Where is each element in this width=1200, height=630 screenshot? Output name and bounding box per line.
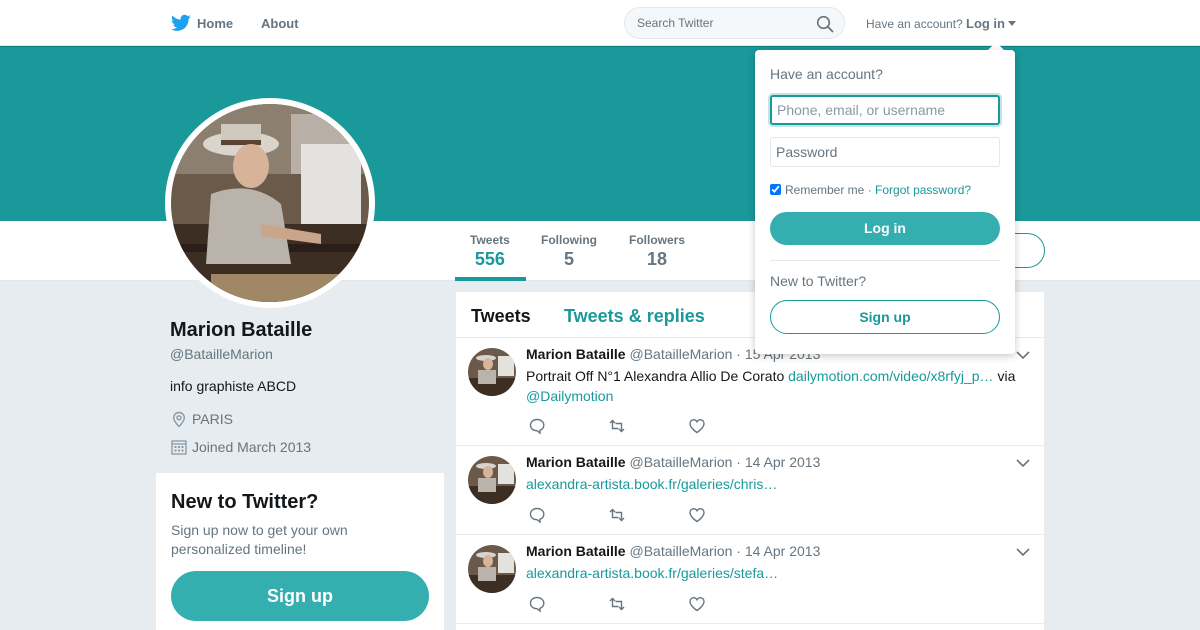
nav-about-link[interactable]: About: [261, 16, 299, 31]
password-field[interactable]: [770, 137, 1000, 167]
chevron-down-icon[interactable]: [1016, 547, 1030, 557]
tweet-link[interactable]: alexandra-artista.book.fr/galeries/stefa…: [526, 565, 778, 581]
profile-name: Marion Bataille: [170, 319, 313, 341]
tweet-author-handle[interactable]: @BatailleMarion: [629, 454, 732, 470]
profile-location: PARIS: [192, 411, 233, 427]
profile-joined-date: Joined March 2013: [192, 439, 312, 455]
tweet-author-handle[interactable]: @BatailleMarion: [629, 543, 732, 559]
profile-bio: info graphiste ABCD: [170, 378, 297, 394]
signup-button[interactable]: Sign up: [171, 571, 429, 621]
tweet-actions: [528, 417, 728, 437]
tweet-text: Portrait Off N°1 Alexandra Allio De Cora…: [526, 366, 1026, 406]
tab-tweets-and-replies[interactable]: Tweets & replies: [564, 306, 705, 327]
tweet[interactable]: Marion Bataille @BatailleMarion · 14 Apr…: [456, 535, 1044, 624]
retweet-icon[interactable]: [608, 417, 626, 435]
stat-label: Followers: [629, 233, 686, 247]
tweet-author-name[interactable]: Marion Bataille: [526, 454, 626, 470]
caret-down-icon[interactable]: [1008, 21, 1016, 26]
login-button[interactable]: Log in: [770, 212, 1000, 245]
tab-tweets[interactable]: Tweets: [471, 306, 531, 327]
top-nav: Home About Have an account? Log in: [0, 0, 1200, 46]
login-dropdown: Have an account? Remember me · Forgot pa…: [755, 50, 1015, 354]
tweet-link[interactable]: alexandra-artista.book.fr/galeries/chris…: [526, 476, 777, 492]
dropdown-arrow: [988, 42, 1004, 50]
tweet-dot-separator: ·: [736, 454, 741, 470]
tweet[interactable]: Marion Bataille @BatailleMarion · 14 Apr…: [456, 446, 1044, 535]
tweet-text: alexandra-artista.book.fr/galeries/stefa…: [526, 563, 1026, 583]
reply-icon[interactable]: [528, 595, 546, 613]
tweet-avatar[interactable]: [468, 456, 516, 504]
stat-value: 556: [474, 249, 505, 269]
signup-module-title: New to Twitter?: [171, 491, 319, 513]
chevron-down-icon[interactable]: [1016, 458, 1030, 468]
tweet-text-suffix: via: [993, 368, 1016, 384]
chevron-down-icon[interactable]: [1016, 350, 1030, 360]
tweet-date[interactable]: 14 Apr 2013: [745, 454, 821, 470]
search-input[interactable]: [637, 16, 807, 30]
have-account-text: Have an account?: [866, 17, 963, 31]
stat-following[interactable]: Following 5: [541, 233, 597, 270]
stat-value: 18: [646, 249, 668, 269]
reply-icon[interactable]: [528, 506, 546, 524]
tweet-actions: [528, 506, 728, 526]
remember-separator: ·: [867, 183, 872, 197]
tweet[interactable]: Marion Bataille @BatailleMarion · 15 Apr…: [456, 338, 1044, 446]
stat-label: Following: [541, 233, 597, 247]
tweet-link[interactable]: dailymotion.com/video/x8rfyj_p…: [788, 368, 993, 384]
search-icon[interactable]: [816, 15, 834, 33]
signup-module: New to Twitter? Sign up now to get your …: [156, 473, 444, 630]
stat-tweets[interactable]: Tweets 556: [470, 233, 510, 270]
tweet-actions: [528, 595, 728, 615]
tweet-author-handle[interactable]: @BatailleMarion: [629, 346, 732, 362]
like-heart-icon[interactable]: [688, 595, 706, 613]
tweet-mention[interactable]: @Dailymotion: [526, 388, 613, 404]
avatar-photo: [171, 104, 369, 302]
tweet-author-name[interactable]: Marion Bataille: [526, 543, 626, 559]
like-heart-icon[interactable]: [688, 417, 706, 435]
active-stat-underline: [455, 277, 526, 281]
tweet-avatar[interactable]: [468, 545, 516, 593]
login-dropdown-title: Have an account?: [770, 66, 883, 82]
tweet-author-name[interactable]: Marion Bataille: [526, 346, 626, 362]
divider: [770, 260, 1000, 261]
dropdown-signup-button[interactable]: Sign up: [770, 300, 1000, 334]
profile-avatar[interactable]: [165, 98, 375, 308]
remember-me-checkbox[interactable]: [770, 184, 781, 195]
tweet-date[interactable]: 14 Apr 2013: [745, 543, 821, 559]
reply-icon[interactable]: [528, 417, 546, 435]
tweet-header: Marion Bataille @BatailleMarion · 14 Apr…: [526, 454, 820, 470]
search-box[interactable]: [624, 7, 845, 39]
tweet-dot-separator: ·: [736, 346, 741, 362]
remember-me-row: Remember me · Forgot password?: [770, 183, 971, 197]
tweet-dot-separator: ·: [736, 543, 741, 559]
signup-module-text: Sign up now to get your own personalized…: [171, 522, 348, 557]
stat-followers[interactable]: Followers 18: [629, 233, 685, 270]
calendar-icon: [171, 440, 187, 455]
remember-me-label[interactable]: Remember me: [785, 183, 864, 197]
username-field[interactable]: [770, 95, 1000, 125]
tweet-text-content: Portrait Off N°1 Alexandra Allio De Cora…: [526, 368, 789, 384]
retweet-icon[interactable]: [608, 595, 626, 613]
forgot-password-link[interactable]: Forgot password?: [875, 183, 971, 197]
nav-home-link[interactable]: Home: [197, 16, 233, 31]
new-to-twitter-text: New to Twitter?: [770, 273, 867, 289]
profile-handle[interactable]: @BatailleMarion: [170, 346, 273, 362]
tweet-header: Marion Bataille @BatailleMarion · 14 Apr…: [526, 543, 820, 559]
location-pin-icon: [172, 411, 186, 428]
login-menu-link[interactable]: Log in: [966, 16, 1005, 31]
stat-value: 5: [563, 249, 574, 269]
stat-label: Tweets: [470, 233, 510, 247]
twitter-bird-icon[interactable]: [171, 14, 191, 32]
tweet-avatar[interactable]: [468, 348, 516, 396]
tweet-text: alexandra-artista.book.fr/galeries/chris…: [526, 474, 1026, 494]
retweet-icon[interactable]: [608, 506, 626, 524]
like-heart-icon[interactable]: [688, 506, 706, 524]
